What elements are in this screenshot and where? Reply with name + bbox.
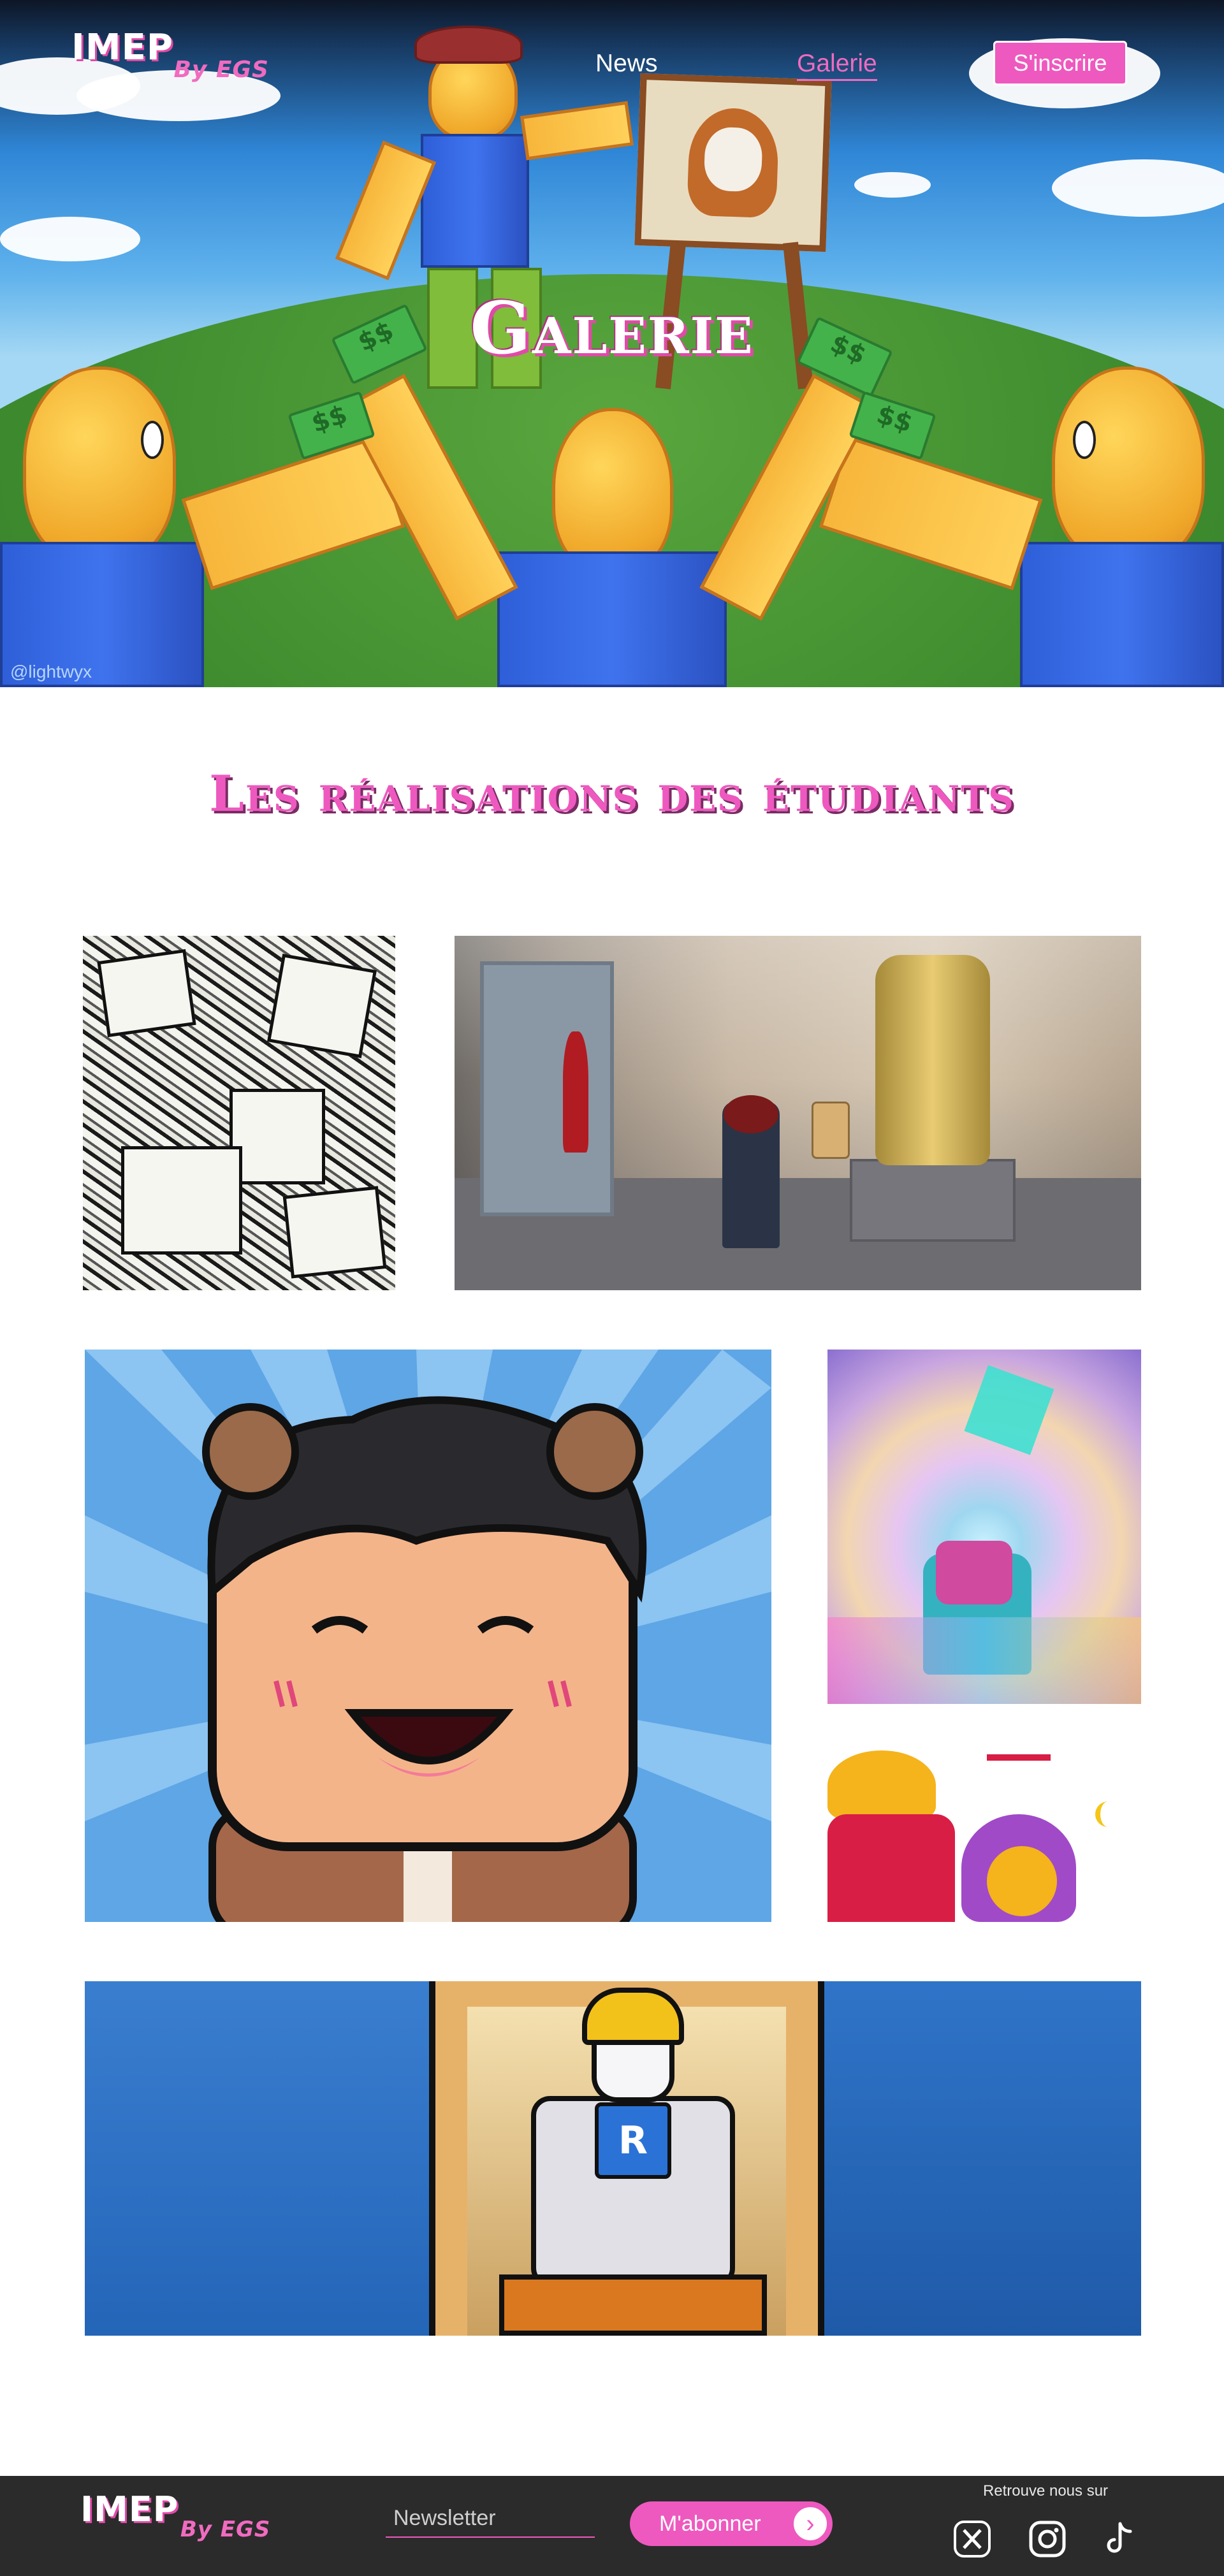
- subscribe-label: M'abonner: [659, 2511, 761, 2536]
- footer-logo-main: IMEP: [80, 2489, 179, 2529]
- center-noob-head: [552, 408, 673, 574]
- gallery-image-comic[interactable]: [827, 1750, 1141, 1922]
- x-icon[interactable]: [951, 2518, 993, 2560]
- nav-news-link[interactable]: News: [595, 50, 658, 78]
- gallery-image-museum[interactable]: [455, 936, 1141, 1290]
- gallery-image-builder[interactable]: R: [85, 1981, 1141, 2336]
- nav-galerie-link[interactable]: Galerie: [797, 50, 877, 81]
- instagram-icon[interactable]: [1026, 2518, 1068, 2560]
- follow-label: Retrouve nous sur: [982, 2482, 1109, 2500]
- top-nav: IMEP By EGS News Galerie S'inscrire: [0, 0, 1224, 127]
- logo-sub: By EGS: [173, 57, 269, 83]
- gallery-image-manga[interactable]: [83, 936, 395, 1290]
- footer-logo-sub: By EGS: [180, 2517, 271, 2542]
- left-noob-head: [23, 367, 176, 564]
- right-noob-head: [1052, 367, 1205, 564]
- footer-logo[interactable]: IMEP By EGS: [80, 2489, 273, 2542]
- tiktok-icon[interactable]: [1098, 2518, 1140, 2560]
- logo-main: IMEP: [71, 27, 173, 68]
- arrow-right-icon: ›: [792, 2505, 829, 2542]
- artist-credit: @lightwyx: [10, 662, 92, 681]
- gallery-image-avatar[interactable]: [85, 1350, 771, 1922]
- page-title: Galerie: [470, 287, 754, 370]
- gallery-image-crystals[interactable]: [827, 1350, 1141, 1704]
- gallery-title: Les réalisations des étudiants: [209, 765, 1015, 823]
- avatar-illustration: [85, 1350, 771, 1922]
- signup-button[interactable]: S'inscrire: [993, 41, 1127, 85]
- newsletter-input[interactable]: Newsletter: [386, 2506, 595, 2538]
- subscribe-button[interactable]: M'abonner ›: [630, 2501, 833, 2546]
- logo[interactable]: IMEP By EGS: [71, 27, 273, 83]
